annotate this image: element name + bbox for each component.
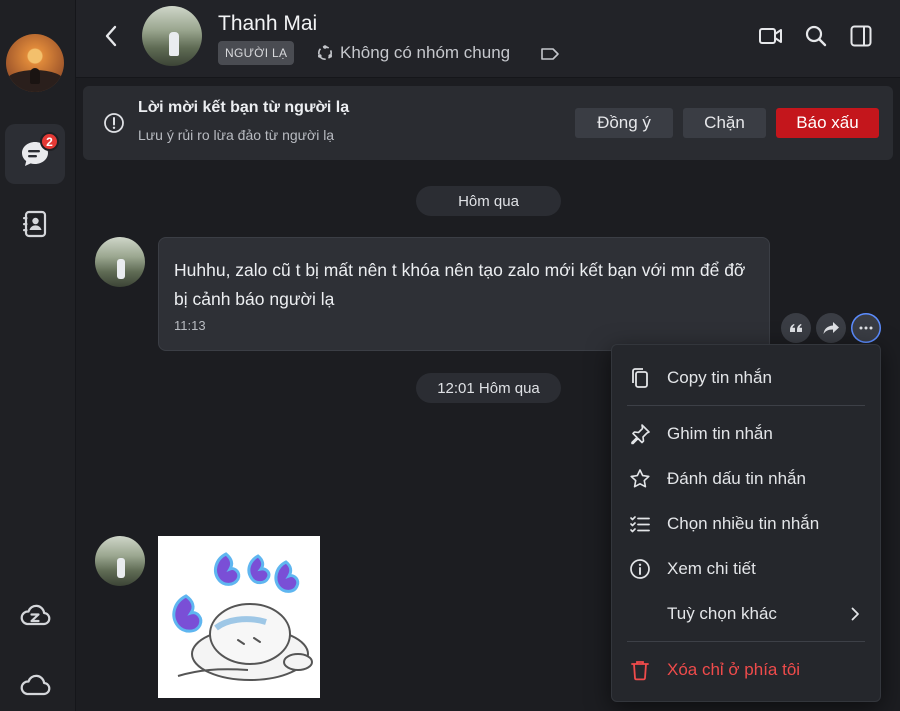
chat-header: Thanh Mai NGƯỜI LẠ Không có nhóm chung bbox=[76, 0, 900, 78]
sender-avatar[interactable] bbox=[95, 536, 145, 586]
menu-item-label: Xóa chỉ ở phía tôi bbox=[667, 660, 801, 679]
share-forward-icon bbox=[823, 322, 839, 334]
stranger-friend-request-banner: Lời mời kết bạn từ người lạ Lưu ý rủi ro… bbox=[83, 86, 893, 160]
menu-divider bbox=[627, 641, 865, 642]
zcloud-icon bbox=[20, 604, 51, 626]
message-time: 11:13 bbox=[174, 318, 206, 333]
menu-item-label: Ghim tin nhắn bbox=[667, 424, 773, 443]
menu-item-mark[interactable]: Đánh dấu tin nhắn bbox=[612, 457, 880, 501]
copy-icon bbox=[632, 368, 648, 388]
unread-badge: 2 bbox=[40, 132, 59, 151]
menu-divider bbox=[627, 405, 865, 406]
message-context-menu: Copy tin nhắn Ghim tin nhắn Đánh dấu tin… bbox=[611, 344, 881, 702]
more-horizontal-icon bbox=[859, 326, 873, 330]
menu-item-label: Xem chi tiết bbox=[667, 559, 756, 578]
common-groups-label: Không có nhóm chung bbox=[340, 43, 511, 62]
pin-icon bbox=[631, 424, 650, 445]
message-bubble[interactable]: Huhhu, zalo cũ t bị mất nên t khóa nên t… bbox=[158, 237, 770, 351]
message-text: Huhhu, zalo cũ t bị mất nên t khóa nên t… bbox=[174, 260, 746, 309]
date-divider: 12:01 Hôm qua bbox=[416, 373, 561, 403]
sleepy-character-sticker bbox=[172, 552, 313, 681]
report-button[interactable]: Báo xấu bbox=[776, 108, 879, 138]
left-nav-rail: 2 bbox=[0, 0, 76, 711]
search-button[interactable] bbox=[802, 22, 830, 50]
side-panel-icon bbox=[850, 25, 872, 47]
block-button[interactable]: Chặn bbox=[683, 108, 766, 138]
nav-messages-button[interactable]: 2 bbox=[5, 124, 65, 184]
accept-button[interactable]: Đồng ý bbox=[575, 108, 673, 138]
back-arrow-icon[interactable] bbox=[100, 22, 124, 50]
chevron-right-icon bbox=[851, 607, 859, 621]
search-icon bbox=[805, 25, 827, 47]
menu-item-copy[interactable]: Copy tin nhắn bbox=[612, 356, 880, 400]
video-camera-icon bbox=[759, 28, 782, 44]
banner-title: Lời mời kết bạn từ người lạ bbox=[138, 99, 350, 116]
more-options-button[interactable] bbox=[851, 313, 881, 343]
date-divider: Hôm qua bbox=[416, 186, 561, 216]
menu-item-multi-select[interactable]: Chọn nhiều tin nhắn bbox=[612, 502, 880, 546]
menu-item-label: Đánh dấu tin nhắn bbox=[667, 469, 806, 488]
multi-select-icon bbox=[630, 516, 650, 533]
label-tag-icon[interactable] bbox=[540, 46, 560, 62]
quote-icon bbox=[790, 324, 802, 332]
user-avatar[interactable] bbox=[6, 34, 64, 92]
menu-item-label: Copy tin nhắn bbox=[667, 368, 772, 387]
menu-item-details[interactable]: Xem chi tiết bbox=[612, 547, 880, 591]
star-icon bbox=[630, 469, 650, 488]
common-groups-info[interactable]: Không có nhóm chung bbox=[316, 43, 510, 63]
video-call-button[interactable] bbox=[757, 22, 785, 50]
menu-item-label: Chọn nhiều tin nhắn bbox=[667, 514, 820, 533]
info-icon bbox=[630, 559, 650, 579]
trash-icon bbox=[631, 661, 649, 681]
menu-item-delete-for-me[interactable]: Xóa chỉ ở phía tôi bbox=[612, 648, 880, 692]
nav-zcloud-button[interactable] bbox=[5, 586, 65, 646]
menu-item-more-options[interactable]: Tuỳ chọn khác bbox=[612, 592, 880, 636]
cloud-icon bbox=[20, 674, 51, 696]
stranger-tag: NGƯỜI LẠ bbox=[218, 41, 295, 65]
group-icon bbox=[318, 45, 332, 60]
nav-cloud-button[interactable] bbox=[5, 656, 65, 711]
nav-contacts-button[interactable] bbox=[5, 194, 65, 254]
toggle-info-panel-button[interactable] bbox=[847, 22, 875, 50]
contacts-book-icon bbox=[23, 210, 47, 238]
chat-app: 2 Thanh Mai NGƯỜI LẠ Không có nhóm chung… bbox=[0, 0, 900, 711]
sender-avatar[interactable] bbox=[95, 237, 145, 287]
banner-warning-text: Lưu ý rủi ro lừa đảo từ người lạ bbox=[138, 127, 335, 143]
contact-avatar[interactable] bbox=[142, 6, 202, 66]
sticker-image[interactable] bbox=[158, 536, 320, 698]
menu-item-pin[interactable]: Ghim tin nhắn bbox=[612, 412, 880, 456]
menu-item-label: Tuỳ chọn khác bbox=[667, 604, 777, 623]
info-icon bbox=[104, 113, 124, 133]
reply-quote-button[interactable] bbox=[781, 313, 811, 343]
forward-button[interactable] bbox=[816, 313, 846, 343]
contact-name[interactable]: Thanh Mai bbox=[218, 12, 317, 36]
